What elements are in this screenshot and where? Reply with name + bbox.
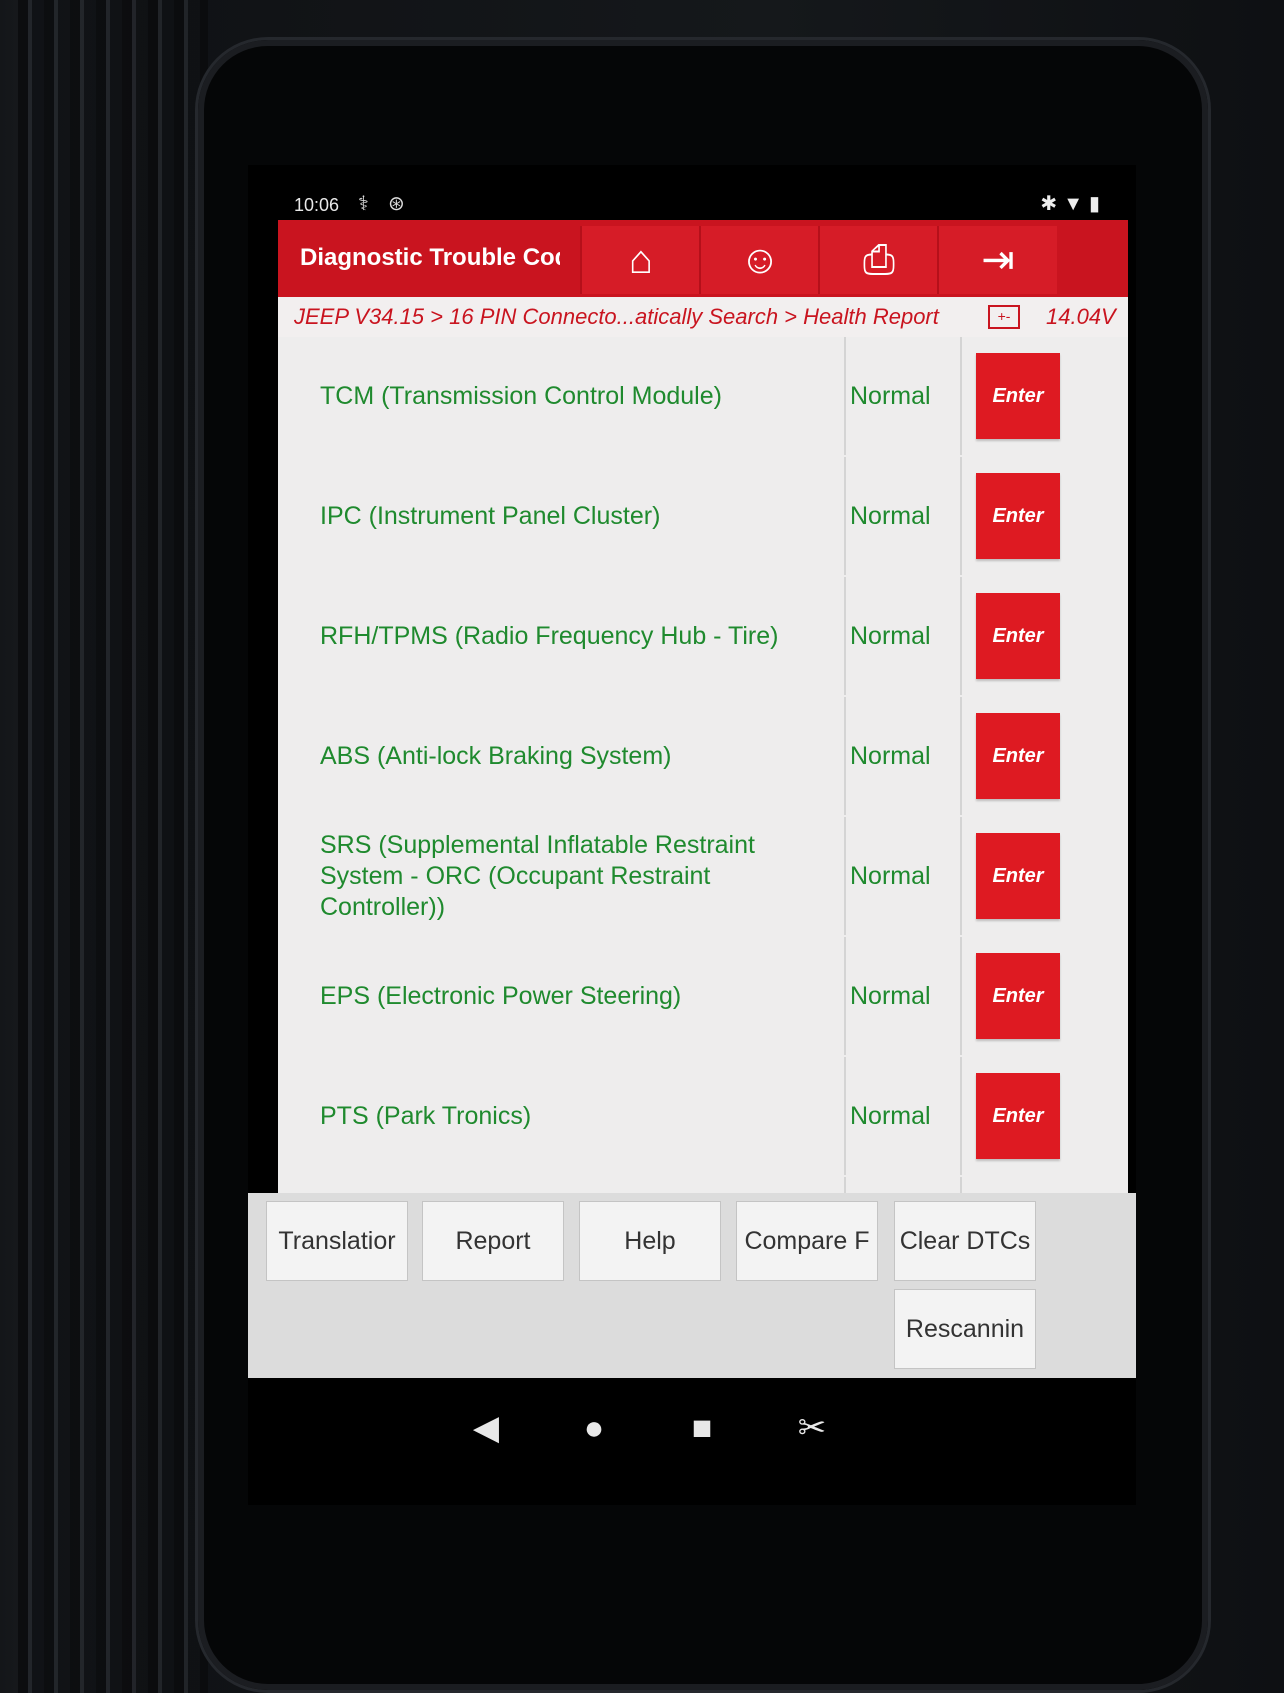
module-status: Normal — [850, 861, 931, 890]
module-name: IPC (Instrument Panel Cluster) — [320, 501, 661, 530]
status-bar: 10:06 ⚕ ⊛ ✱▼▮ — [248, 185, 1136, 225]
list-item: ABS (Anti-lock Braking System) Normal En… — [278, 697, 1128, 819]
divider — [960, 697, 962, 815]
module-status: Normal — [850, 1101, 931, 1130]
page-title: Diagnostic Trouble Cod — [300, 244, 560, 271]
stethoscope-icon: ⚕ — [358, 193, 369, 215]
app-header: Diagnostic Trouble Cod ⌂ ☺ ⎙ ⇥ — [278, 220, 1128, 297]
module-name: EPS (Electronic Power Steering) — [320, 981, 682, 1010]
print-icon: ⎙ — [863, 237, 895, 282]
enter-button[interactable]: Enter — [976, 833, 1060, 919]
compare-button[interactable]: Compare F — [736, 1201, 878, 1281]
clear-dtcs-button[interactable]: Clear DTCs — [894, 1201, 1036, 1281]
list-item: IPC (Instrument Panel Cluster) Normal En… — [278, 457, 1128, 579]
divider — [844, 697, 846, 815]
module-status: Normal — [850, 501, 931, 530]
exit-icon: ⇥ — [981, 238, 1015, 282]
module-name: RFH/TPMS (Radio Frequency Hub - Tire) — [320, 621, 779, 650]
back-icon[interactable]: ◀ — [466, 1408, 506, 1448]
module-name: SRS (Supplemental Inflatable Restraint S… — [320, 830, 755, 921]
module-status: Normal — [850, 621, 931, 650]
module-name: PTS (Park Tronics) — [320, 1101, 532, 1130]
divider — [844, 457, 846, 575]
status-icons-right: ✱▼▮ — [1040, 191, 1106, 216]
car-battery-icon: +- — [988, 305, 1020, 329]
enter-button[interactable]: Enter — [976, 1073, 1060, 1159]
divider — [844, 337, 846, 455]
divider — [960, 1057, 962, 1175]
print-button[interactable]: ⎙ — [818, 226, 938, 294]
help-button[interactable]: Help — [579, 1201, 721, 1281]
divider — [844, 937, 846, 1055]
status-time: 10:06 — [294, 195, 340, 215]
breadcrumb-path: JEEP V34.15 > 16 PIN Connecto...atically… — [294, 304, 939, 329]
recents-icon[interactable]: ■ — [682, 1408, 722, 1448]
module-name: ABS (Anti-lock Braking System) — [320, 741, 672, 770]
list-item: TCM (Transmission Control Module) Normal… — [278, 337, 1128, 459]
divider — [960, 937, 962, 1055]
bluetooth-icon: ✱ — [1040, 193, 1064, 215]
enter-button[interactable]: Enter — [976, 593, 1060, 679]
report-button[interactable]: Report — [422, 1201, 564, 1281]
module-status: Normal — [850, 981, 931, 1010]
enter-button[interactable]: Enter — [976, 713, 1060, 799]
home-icon: ⌂ — [628, 237, 654, 282]
divider — [844, 577, 846, 695]
battery-icon: ▮ — [1088, 193, 1106, 215]
list-item: PTS (Park Tronics) Normal Enter — [278, 1057, 1128, 1179]
divider — [960, 457, 962, 575]
wifi-icon: ▼ — [1063, 193, 1089, 215]
divider — [960, 577, 962, 695]
list-item: RFH/TPMS (Radio Frequency Hub - Tire) No… — [278, 577, 1128, 699]
screenshot-icon[interactable]: ✂ — [792, 1408, 832, 1448]
home-nav-icon[interactable]: ● — [574, 1408, 614, 1448]
exit-button[interactable]: ⇥ — [937, 226, 1057, 294]
module-status: Normal — [850, 381, 931, 410]
enter-button[interactable]: Enter — [976, 353, 1060, 439]
user-support-button[interactable]: ☺ — [699, 226, 819, 294]
divider — [844, 817, 846, 935]
bluetooth-service-icon: ⊛ — [388, 193, 405, 215]
divider — [844, 1057, 846, 1175]
scanner-ribbed-case — [18, 0, 208, 1693]
divider — [960, 337, 962, 455]
home-button[interactable]: ⌂ — [580, 226, 700, 294]
tablet-screen: 10:06 ⚕ ⊛ ✱▼▮ Diagnostic Trouble Cod ⌂ ☺… — [248, 165, 1136, 1505]
user-support-icon: ☺ — [739, 237, 781, 282]
breadcrumb: JEEP V34.15 > 16 PIN Connecto...atically… — [278, 297, 1128, 337]
function-button-panel: Translatior Report Help Compare F Clear … — [248, 1193, 1136, 1378]
module-name: TCM (Transmission Control Module) — [320, 381, 722, 410]
rescanning-button[interactable]: Rescannin — [894, 1289, 1036, 1369]
module-status: Normal — [850, 741, 931, 770]
battery-voltage: 14.04V — [1046, 304, 1116, 329]
divider — [960, 817, 962, 935]
enter-button[interactable]: Enter — [976, 953, 1060, 1039]
list-item: SRS (Supplemental Inflatable Restraint S… — [278, 817, 1128, 939]
translation-button[interactable]: Translatior — [266, 1201, 408, 1281]
enter-button[interactable]: Enter — [976, 473, 1060, 559]
android-nav-bar: ◀ ● ■ ✂ — [248, 1378, 1136, 1505]
list-item: EPS (Electronic Power Steering) Normal E… — [278, 937, 1128, 1059]
